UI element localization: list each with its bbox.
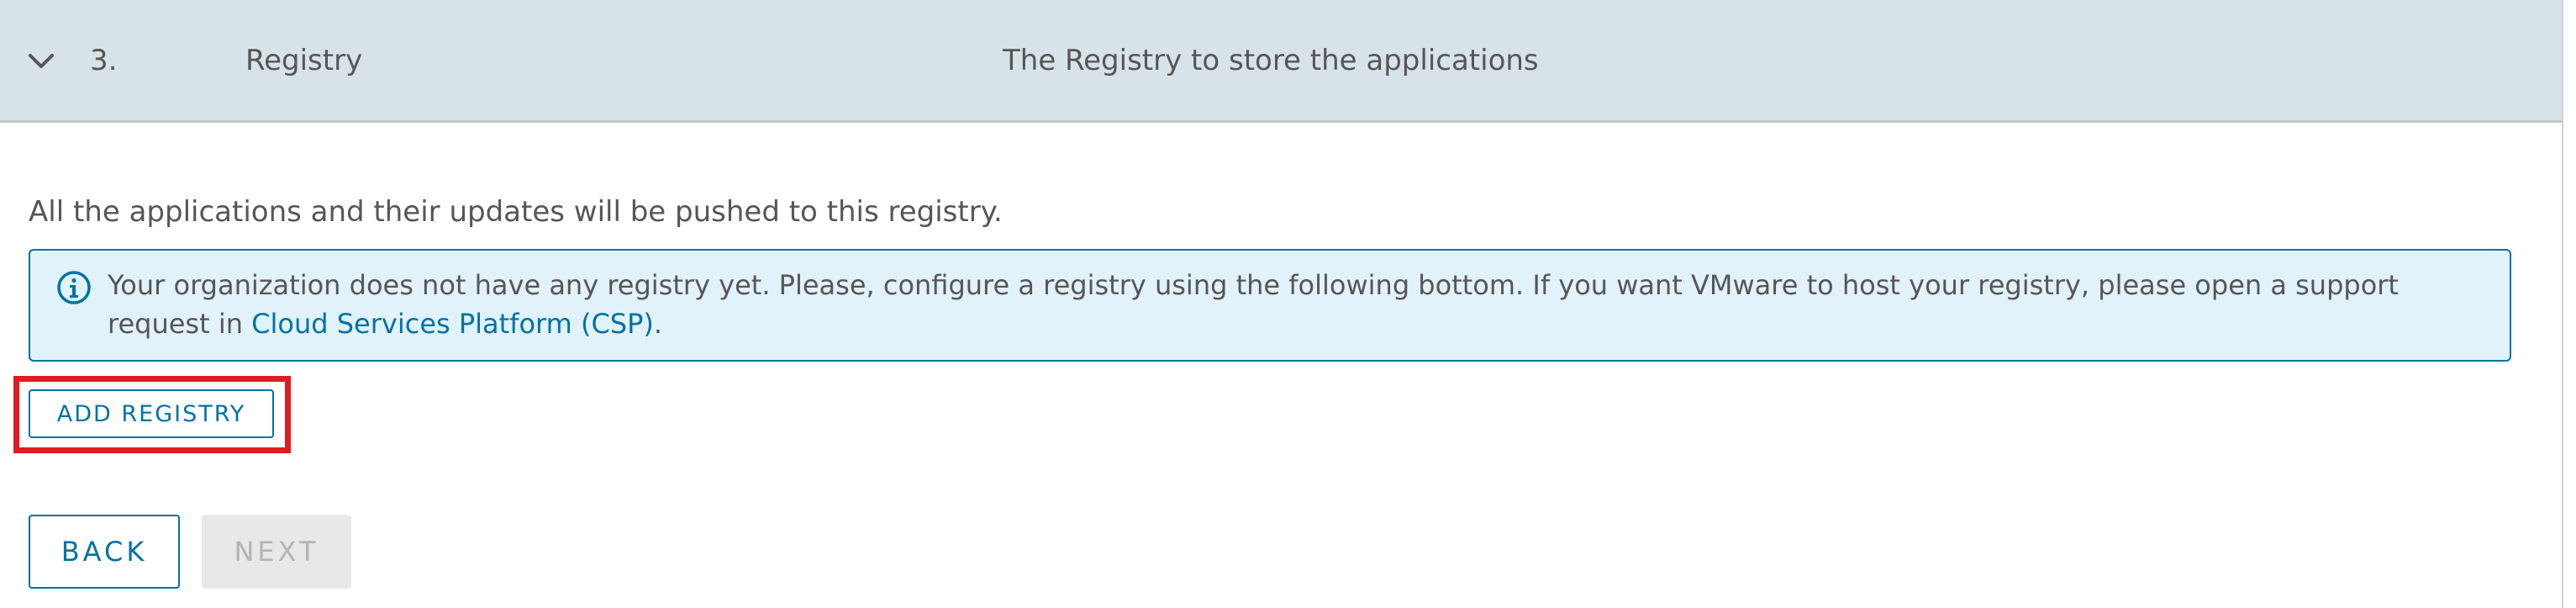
step-title: Registry — [245, 44, 363, 77]
csp-link[interactable]: Cloud Services Platform (CSP) — [251, 308, 654, 340]
chevron-down-icon[interactable] — [25, 47, 57, 76]
alert-message: Your organization does not have any regi… — [108, 266, 2494, 343]
step-header[interactable]: 3. Registry The Registry to store the ap… — [0, 0, 2562, 123]
add-registry-button[interactable]: ADD REGISTRY — [29, 389, 274, 438]
step-description: The Registry to store the applications — [1003, 44, 1539, 77]
step-number: 3. — [90, 44, 118, 77]
info-circle-icon — [57, 271, 91, 304]
wizard-page: 3. Registry The Registry to store the ap… — [0, 0, 2576, 608]
next-button[interactable]: NEXT — [202, 515, 351, 589]
intro-text: All the applications and their updates w… — [29, 195, 1003, 229]
scrollbar[interactable] — [2562, 0, 2576, 608]
info-alert: Your organization does not have any regi… — [29, 249, 2511, 362]
back-button[interactable]: BACK — [29, 515, 180, 589]
alert-text-end: . — [653, 308, 663, 340]
